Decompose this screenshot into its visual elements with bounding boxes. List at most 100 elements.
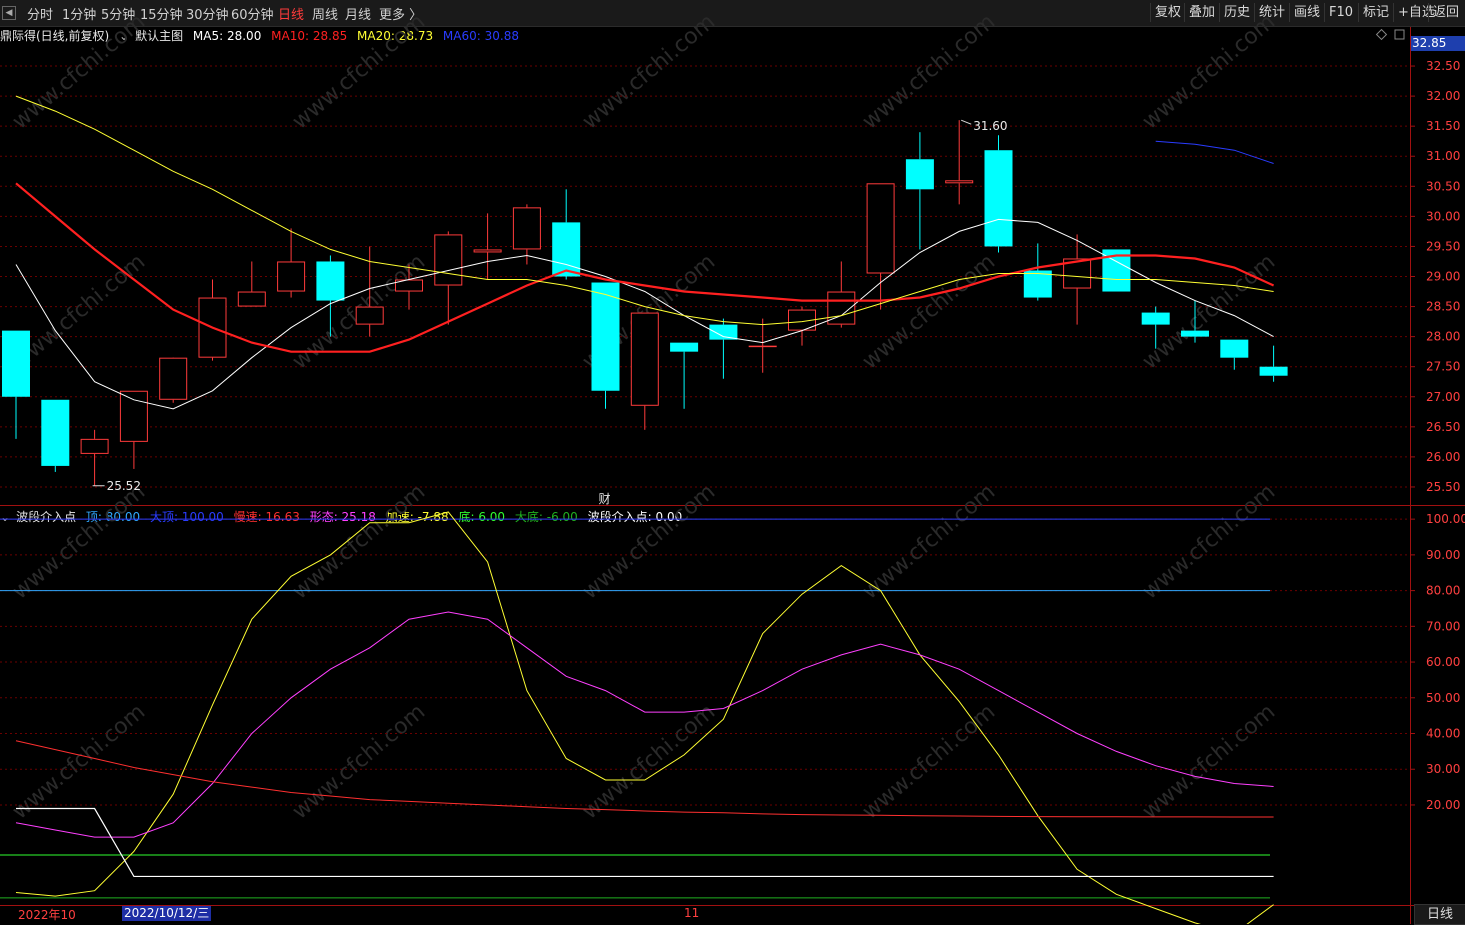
watermark-text: www.cfchi.com — [288, 699, 430, 824]
period-tab-timeshare[interactable]: 分时 — [27, 4, 53, 23]
indicator-tick-label: 20.00 — [1426, 798, 1460, 812]
period-tab-monthly[interactable]: 月线 — [345, 4, 371, 23]
period-tab-60min[interactable]: 60分钟 — [231, 4, 274, 23]
price-tick-label: 31.50 — [1426, 119, 1460, 133]
candle-body — [1181, 330, 1209, 337]
price-tick-label: 28.50 — [1426, 300, 1460, 314]
period-tab-daily[interactable]: 日线 — [278, 4, 304, 23]
price-tick-label: 25.50 — [1426, 480, 1460, 494]
back-button[interactable]: 返回 — [1428, 3, 1463, 22]
indicator-legend: ⌄ 波段介入点 顶: 80.00 大顶: 100.00 慢速: 16.63 形态:… — [0, 508, 688, 524]
candle-body — [395, 279, 423, 292]
overlay-button[interactable]: 叠加 — [1184, 3, 1219, 22]
candle-body — [748, 345, 777, 348]
candle-body — [41, 399, 70, 466]
period-tab-1min[interactable]: 1分钟 — [62, 4, 96, 23]
candle-body — [355, 306, 384, 325]
price-tick-label: 29.00 — [1426, 270, 1460, 284]
watermark-text: www.cfchi.com — [858, 9, 1000, 134]
current-price-box: 32.85 — [1410, 36, 1465, 51]
history-button[interactable]: 历史 — [1219, 3, 1254, 22]
ma-line-ma60 — [1155, 140, 1274, 164]
candle-body — [512, 207, 541, 250]
indicator-tick-label: 80.00 — [1426, 584, 1460, 598]
indicator-dropdown-icon[interactable]: ⌄ — [0, 510, 10, 524]
legend-entry-point: 波段介入点: 0.00 — [587, 510, 683, 524]
main-chart-legend: 鼎际得(日线,前复权) ⌄ 默认主图 MA5: 28.00 MA10: 28.85… — [0, 27, 525, 43]
candle-body — [1063, 258, 1092, 289]
watermark-text: www.cfchi.com — [8, 249, 150, 374]
indicator-tick-label: 70.00 — [1426, 619, 1460, 633]
watermark-text: www.cfchi.com — [1138, 699, 1280, 824]
diamond-icon — [1375, 28, 1388, 41]
price-tick-label: 27.50 — [1426, 360, 1460, 374]
period-tab-30min[interactable]: 30分钟 — [186, 4, 229, 23]
legend-shape: 形态: 25.18 — [309, 510, 376, 524]
candle-body — [827, 291, 856, 325]
watermark-text: www.cfchi.com — [1138, 479, 1280, 604]
candle-body — [1102, 249, 1131, 292]
indicator-tick-label: 60.00 — [1426, 655, 1460, 669]
period-indicator[interactable]: 日线 — [1414, 904, 1465, 925]
price-tick-label: 32.00 — [1426, 89, 1460, 103]
watermark-text: www.cfchi.com — [858, 699, 1000, 824]
candle-body — [905, 159, 934, 190]
candle-body — [2, 330, 30, 397]
legend-bottom: 底: 6.00 — [458, 510, 506, 524]
adjust-button[interactable]: 复权 — [1150, 3, 1185, 22]
high-price-label: 31.60 — [973, 119, 1007, 133]
mark-button[interactable]: 标记 — [1358, 3, 1393, 22]
candle-body — [237, 291, 266, 307]
candle-body — [945, 180, 974, 184]
candle-body — [552, 222, 581, 277]
price-tick-label: 26.50 — [1426, 420, 1460, 434]
indicator-line-2 — [15, 740, 1274, 818]
f10-button[interactable]: F10 — [1324, 3, 1357, 22]
ma-line-ma10 — [15, 182, 1275, 353]
ma-line-ma5 — [15, 218, 1274, 410]
low-price-label: 25.52 — [107, 479, 141, 493]
cursor-date-label: 2022/10/12/三 — [122, 906, 212, 921]
period-tab-5min[interactable]: 5分钟 — [101, 4, 135, 23]
indicator-tick-label: 90.00 — [1426, 548, 1460, 562]
indicator-tick-label: 50.00 — [1426, 691, 1460, 705]
period-tab-15min[interactable]: 15分钟 — [140, 4, 183, 23]
candle-body — [80, 438, 109, 454]
watermark-text: www.cfchi.com — [578, 699, 720, 824]
period-tab-more[interactable]: 更多 〉 — [379, 4, 422, 23]
watermark-text: www.cfchi.com — [1138, 9, 1280, 134]
candle-body — [591, 282, 620, 391]
price-tick-label: 28.00 — [1426, 330, 1460, 344]
template-label[interactable]: 默认主图 — [135, 29, 183, 43]
ma-line-ma20 — [15, 95, 1274, 326]
date-axis-month: 11 — [684, 906, 700, 920]
draw-line-button[interactable]: 画线 — [1289, 3, 1324, 22]
candle-body — [119, 390, 148, 442]
entry-point-line — [16, 807, 1274, 878]
date-axis-start: 2022年10 — [18, 908, 76, 922]
candle-body — [434, 234, 463, 286]
watermark-text: www.cfchi.com — [8, 699, 150, 824]
ma20-legend: MA20: 28.73 — [357, 29, 434, 43]
collapse-icon[interactable]: ◀ — [2, 6, 16, 20]
indicator-line-0 — [15, 511, 1274, 924]
indicator-tick-label: 100.00 — [1426, 512, 1465, 526]
watermark-text: www.cfchi.com — [8, 479, 150, 604]
legend-accel: 加速: -7.88 — [385, 510, 449, 524]
indicator-title[interactable]: 波段介入点 — [16, 510, 76, 524]
candle-body — [788, 309, 816, 331]
candle-body — [670, 342, 699, 352]
candle-body — [1023, 270, 1052, 298]
candle-body — [984, 150, 1013, 247]
stock-chart: www.cfchi.com www.cfchi.com www.cfchi.com w… — [0, 9, 1465, 924]
template-dropdown-icon[interactable]: ⌄ — [119, 29, 129, 43]
statistics-button[interactable]: 统计 — [1254, 3, 1289, 22]
high-arrow — [961, 119, 972, 125]
candle-body — [1220, 339, 1249, 358]
period-toolbar: ◀ 分时 1分钟 5分钟 15分钟 30分钟 60分钟 日线 周线 月线 更多 … — [0, 0, 1465, 27]
watermark-text: www.cfchi.com — [578, 479, 720, 604]
period-tab-weekly[interactable]: 周线 — [312, 4, 338, 23]
indicator-line-1 — [15, 611, 1274, 838]
legend-big-bottom: 大底: -6.00 — [514, 510, 578, 524]
price-tick-label: 30.50 — [1426, 179, 1460, 193]
